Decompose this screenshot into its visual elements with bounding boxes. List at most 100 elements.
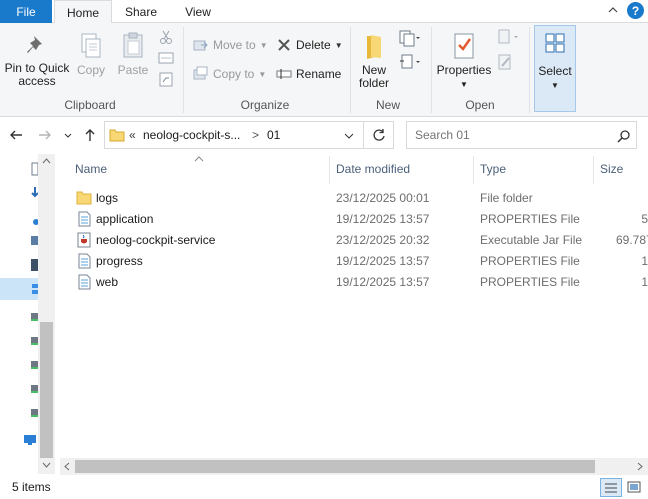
column-divider[interactable] (329, 156, 330, 184)
tab-view[interactable]: View (170, 0, 226, 23)
file-type: PROPERTIES File (480, 275, 580, 289)
drive-icon[interactable] (30, 358, 38, 370)
column-header-size[interactable]: Size (600, 162, 623, 176)
scroll-right-icon[interactable] (637, 462, 643, 471)
back-arrow-icon[interactable] (8, 127, 24, 143)
pin-to-quick-access-button[interactable]: Pin to Quick access (4, 33, 70, 88)
details-view-icon (605, 483, 617, 493)
file-date-modified: 23/12/2025 00:01 (336, 191, 430, 205)
help-button[interactable]: ? (627, 2, 644, 19)
column-header-name[interactable]: Name (75, 162, 107, 176)
status-bar: 5 items (0, 476, 648, 499)
file-row[interactable]: neolog-cockpit-service 23/12/2025 20:32 … (72, 230, 648, 251)
tab-share[interactable]: Share (114, 0, 168, 23)
drive-icon[interactable] (30, 334, 38, 346)
move-to-button[interactable]: Move to ▼ (193, 35, 268, 55)
file-name: logs (96, 191, 119, 205)
file-type: Executable Jar File (480, 233, 583, 247)
search-input[interactable] (415, 128, 605, 142)
address-dropdown-icon[interactable] (343, 130, 355, 142)
rename-icon (276, 69, 292, 79)
delete-label: Delete (296, 38, 331, 52)
pin-label-line1: Pin to Quick (4, 61, 70, 75)
file-type: PROPERTIES File (480, 212, 580, 226)
new-item-icon[interactable] (398, 29, 420, 47)
up-arrow-icon[interactable] (82, 127, 98, 143)
new-folder-icon (367, 35, 381, 59)
large-icons-view-icon[interactable] (627, 480, 641, 494)
address-bar[interactable]: « neolog-cockpit-s... > 01 (104, 121, 364, 149)
tab-file[interactable]: File (0, 0, 52, 23)
file-row[interactable]: web 19/12/2025 13:57 PROPERTIES File 1 (72, 272, 648, 293)
ribbon-separator (183, 27, 184, 113)
open-group-label: Open (465, 98, 495, 112)
refresh-button[interactable] (364, 121, 394, 149)
new-folder-button[interactable]: New folder (355, 33, 393, 90)
copy-button[interactable]: Copy (74, 31, 108, 77)
folder-icon (109, 129, 125, 142)
scroll-up-icon[interactable] (42, 158, 51, 164)
desktop-icon[interactable] (30, 234, 38, 248)
properties-dropdown-icon: ▼ (460, 80, 468, 89)
file-size: 5 (641, 212, 648, 226)
horizontal-scrollbar[interactable] (60, 458, 648, 475)
search-icon[interactable] (617, 129, 631, 143)
search-box[interactable] (406, 121, 637, 149)
properties-file-icon (78, 253, 91, 269)
scroll-down-icon[interactable] (42, 462, 51, 468)
breadcrumb-overflow[interactable]: « (129, 128, 136, 142)
select-button[interactable]: Select ▼ (534, 25, 576, 112)
horizontal-scroll-thumb[interactable] (75, 460, 595, 473)
cut-icon[interactable] (158, 29, 174, 45)
file-size: 69.787 (616, 233, 648, 247)
paste-button[interactable]: Paste (114, 31, 152, 77)
copy-to-button[interactable]: Copy to ▼ (193, 64, 266, 84)
pin-icon (27, 36, 42, 53)
properties-icon (454, 33, 474, 59)
file-row[interactable]: application 19/12/2025 13:57 PROPERTIES … (72, 209, 648, 230)
properties-button[interactable]: Properties ▼ (436, 31, 492, 91)
quick-access-icon[interactable] (30, 162, 38, 176)
drive-icon[interactable] (30, 310, 38, 322)
delete-button[interactable]: Delete ▼ (276, 35, 343, 55)
forward-arrow-icon[interactable] (37, 127, 53, 143)
file-row[interactable]: logs 23/12/2025 00:01 File folder (72, 188, 648, 209)
documents-icon[interactable] (30, 258, 38, 272)
paste-shortcut-icon[interactable] (158, 71, 174, 87)
breadcrumb-separator[interactable]: > (252, 128, 259, 142)
nav-item-selected[interactable] (0, 278, 38, 300)
ribbon: Pin to Quick access Copy Paste Clipboard… (0, 23, 648, 117)
breadcrumb-item[interactable]: neolog-cockpit-s... (143, 128, 240, 142)
details-view-button[interactable] (600, 478, 622, 497)
edit-icon[interactable] (497, 53, 515, 71)
rename-button[interactable]: Rename (276, 64, 341, 84)
collapse-ribbon-icon[interactable] (606, 3, 620, 17)
onedrive-icon[interactable] (30, 216, 38, 226)
column-header-type[interactable]: Type (480, 162, 506, 176)
file-name: web (96, 275, 119, 289)
drive-icon[interactable] (30, 406, 38, 418)
paste-label: Paste (117, 63, 149, 77)
file-size: 1 (641, 275, 648, 289)
copy-to-label: Copy to (213, 67, 255, 81)
copy-path-icon[interactable] (158, 51, 174, 65)
copy-label: Copy (76, 63, 105, 77)
tab-home[interactable]: Home (54, 0, 112, 24)
file-row[interactable]: progress 19/12/2025 13:57 PROPERTIES Fil… (72, 251, 648, 272)
open-icon[interactable] (497, 29, 521, 45)
scroll-left-icon[interactable] (64, 462, 70, 471)
breadcrumb-item-current[interactable]: 01 (267, 128, 280, 142)
file-size: 1 (641, 254, 648, 268)
column-divider[interactable] (593, 156, 594, 184)
drive-icon[interactable] (30, 382, 38, 394)
column-divider[interactable] (473, 156, 474, 184)
column-header-date-modified[interactable]: Date modified (336, 162, 410, 176)
file-type: File folder (480, 191, 533, 205)
easy-access-icon[interactable] (398, 53, 420, 71)
downloads-icon[interactable] (30, 186, 38, 200)
file-date-modified: 19/12/2025 13:57 (336, 275, 430, 289)
recent-locations-chevron-icon[interactable] (62, 127, 74, 143)
network-icon[interactable] (22, 432, 38, 446)
file-date-modified: 19/12/2025 13:57 (336, 254, 430, 268)
nav-pane-scroll-thumb[interactable] (40, 322, 53, 458)
